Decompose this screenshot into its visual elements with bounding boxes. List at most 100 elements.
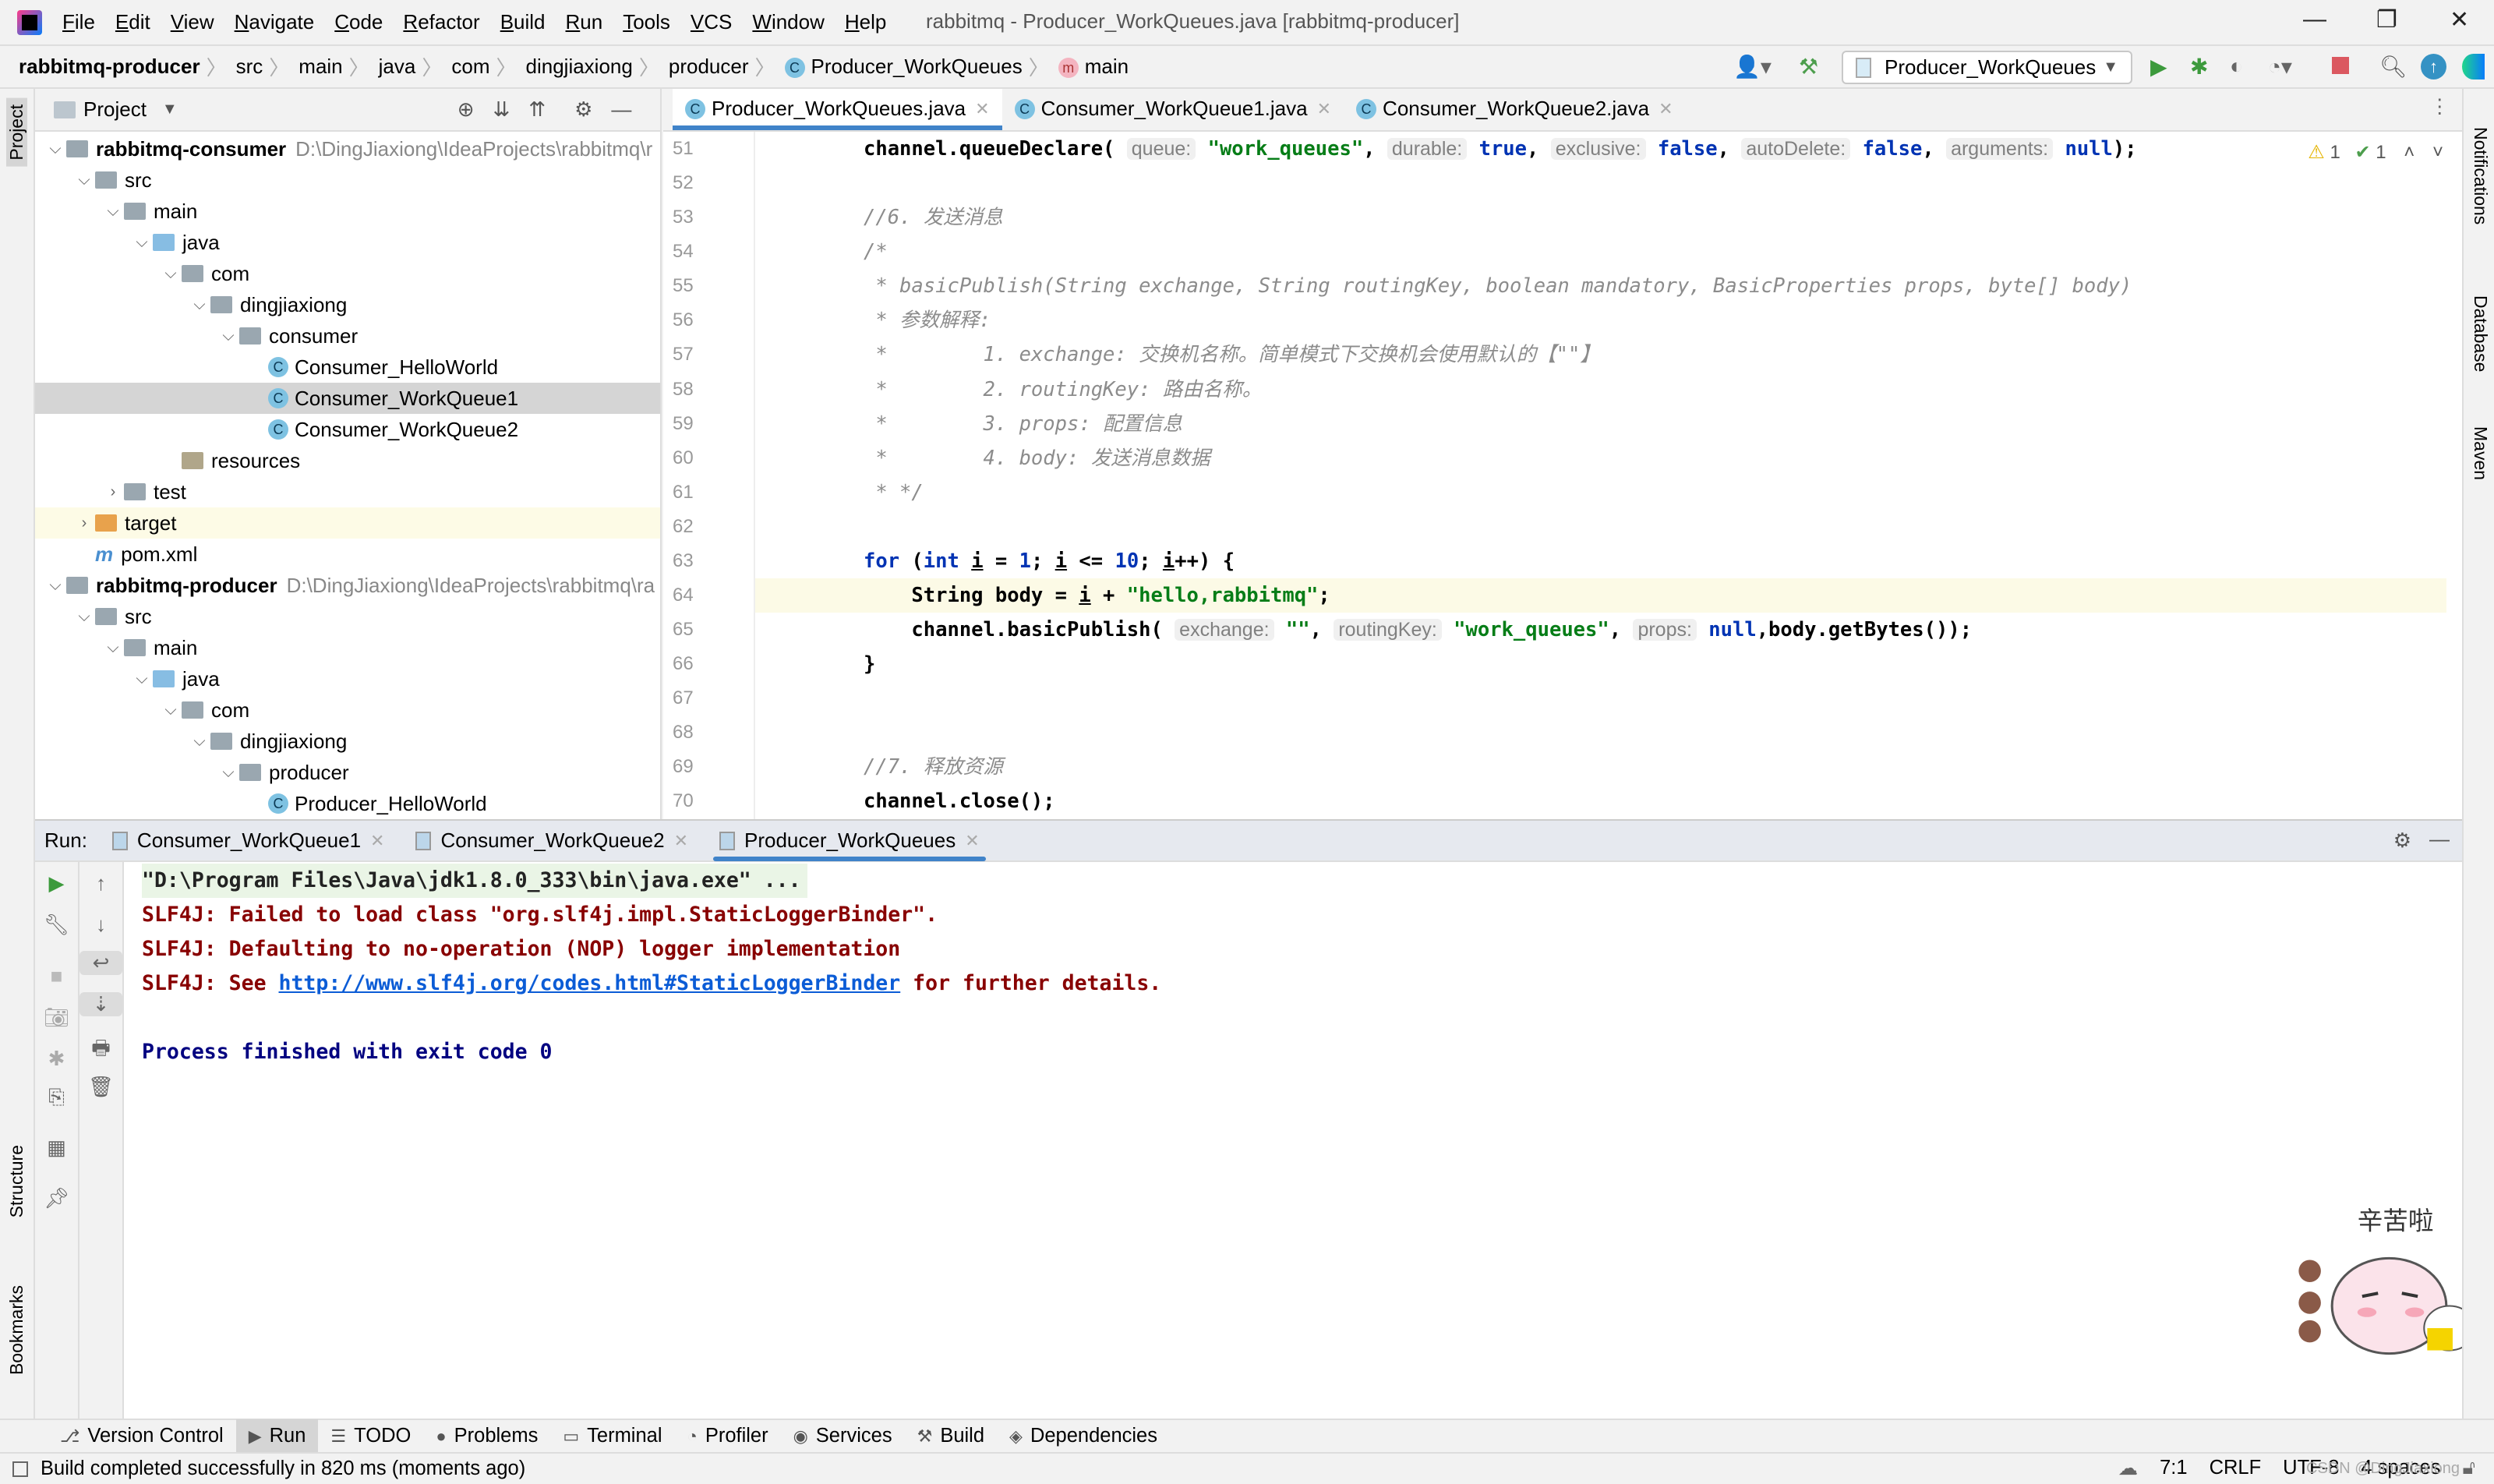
tree-item[interactable]: ⌵ main xyxy=(35,632,660,663)
update-icon[interactable]: ↑ xyxy=(2421,54,2446,80)
menu-item-edit[interactable]: Edit xyxy=(115,10,150,34)
tool-tab-problems[interactable]: ● Problems xyxy=(423,1419,550,1453)
breadcrumb-item[interactable]: main xyxy=(299,55,342,79)
coverage-icon[interactable]: ◐ xyxy=(2230,54,2243,79)
chevron-down-icon[interactable]: ⌵ xyxy=(102,203,124,221)
print-icon[interactable]: 🖶︎ xyxy=(79,1034,122,1068)
chevron-down-icon[interactable]: ⌵ xyxy=(217,764,239,782)
panel-toggle-icon[interactable] xyxy=(12,1461,28,1477)
soft-wrap-icon[interactable]: ↩ xyxy=(79,951,122,975)
tree-item[interactable]: ⌵ src xyxy=(35,601,660,632)
line-ending[interactable]: CRLF xyxy=(2210,1457,2262,1480)
breadcrumb-item[interactable]: rabbitmq-producer xyxy=(19,55,200,79)
close-tab-icon[interactable]: ✕ xyxy=(1317,99,1331,119)
tree-item[interactable]: m pom.xml xyxy=(35,539,660,570)
tree-item[interactable]: ⌵ rabbitmq-producer D:\DingJiaxiong\IdeaPr… xyxy=(35,570,660,601)
chevron-right-icon[interactable]: › xyxy=(102,483,124,501)
tool-tab-todo[interactable]: ☰ TODO xyxy=(318,1419,423,1453)
chevron-down-icon[interactable]: ⌵ xyxy=(189,733,210,751)
code-with-me-icon[interactable] xyxy=(2462,54,2485,80)
notifications-tool-button[interactable]: Notifications xyxy=(2470,127,2491,224)
more-tabs-icon[interactable]: ⋮ xyxy=(2430,95,2450,118)
menu-item-help[interactable]: Help xyxy=(845,10,886,34)
settings-wrench-icon[interactable]: 🔧︎ xyxy=(35,913,78,937)
chevron-down-icon[interactable]: ⌵ xyxy=(160,701,182,719)
stop-icon[interactable]: ■ xyxy=(35,964,78,988)
tree-item[interactable]: C Producer_HelloWorld xyxy=(35,788,660,819)
caret-position[interactable]: 7:1 xyxy=(2160,1457,2187,1480)
chevron-down-icon[interactable]: ⌵ xyxy=(189,296,210,314)
tool-tab-run[interactable]: ▶ Run xyxy=(235,1419,319,1453)
up-arrow-icon[interactable]: ↑ xyxy=(79,871,122,896)
chevron-down-icon[interactable]: ⌵ xyxy=(131,234,153,252)
scroll-to-end-icon[interactable]: ⇣ xyxy=(79,992,122,1016)
tree-item[interactable]: ⌵ main xyxy=(35,196,660,227)
down-arrow-icon[interactable]: ↓ xyxy=(79,913,122,937)
close-tab-icon[interactable]: ✕ xyxy=(975,99,989,119)
close-tab-icon[interactable]: ✕ xyxy=(370,831,384,851)
chevron-right-icon[interactable]: › xyxy=(73,514,95,532)
exit-icon[interactable]: ⎘ xyxy=(35,1085,78,1110)
select-opened-file-icon[interactable]: ⊕ xyxy=(457,97,475,122)
chevron-down-icon[interactable]: ⌵ xyxy=(73,171,95,189)
tree-item[interactable]: › target xyxy=(35,507,660,539)
run-tab[interactable]: Consumer_WorkQueue2 ✕ xyxy=(400,821,704,861)
tool-tab-profiler[interactable]: ◔ Profiler xyxy=(675,1419,781,1453)
menu-item-tools[interactable]: Tools xyxy=(623,10,670,34)
chevron-down-icon[interactable]: ⌵ xyxy=(102,639,124,657)
tree-item[interactable]: ⌵ com xyxy=(35,694,660,726)
run-tab[interactable]: Consumer_WorkQueue1 ✕ xyxy=(97,821,401,861)
tree-item[interactable]: ⌵ dingjiaxiong xyxy=(35,289,660,320)
menu-item-code[interactable]: Code xyxy=(334,10,383,34)
run-configuration-select[interactable]: Producer_WorkQueues ▼ xyxy=(1842,51,2132,84)
breadcrumb-item[interactable]: src xyxy=(236,55,263,79)
project-view-select[interactable]: Project xyxy=(83,97,147,122)
tree-item[interactable]: ⌵ producer xyxy=(35,757,660,788)
breadcrumb-item[interactable]: com xyxy=(451,55,489,79)
hide-panel-icon[interactable]: — xyxy=(611,97,631,122)
menu-item-build[interactable]: Build xyxy=(500,10,546,34)
close-window-button[interactable]: ✕ xyxy=(2450,6,2469,34)
tree-item[interactable]: resources xyxy=(35,445,660,476)
breadcrumb-item[interactable]: producer xyxy=(669,55,749,79)
chevron-down-icon[interactable]: ⌵ xyxy=(131,670,153,688)
stop-icon[interactable] xyxy=(2332,57,2349,74)
tool-tab-terminal[interactable]: ▭ Terminal xyxy=(550,1419,674,1453)
close-tab-icon[interactable]: ✕ xyxy=(1659,99,1673,119)
profile-icon[interactable]: ◔▾ xyxy=(2268,54,2292,80)
lock-icon[interactable]: 🔓︎ xyxy=(2462,1457,2475,1480)
structure-tool-button[interactable]: Structure xyxy=(6,1145,27,1217)
expand-all-icon[interactable]: ⇊ xyxy=(493,97,510,122)
menu-item-file[interactable]: File xyxy=(62,10,95,34)
editor-tab[interactable]: C Producer_WorkQueues.java ✕ xyxy=(673,89,1002,130)
maven-tool-button[interactable]: Maven xyxy=(2470,426,2491,480)
tree-item[interactable]: C Consumer_WorkQueue2 xyxy=(35,414,660,445)
tree-item[interactable]: ⌵ rabbitmq-consumer D:\DingJiaxiong\IdeaPr… xyxy=(35,133,660,164)
gear-icon[interactable]: ⚙ xyxy=(574,97,592,122)
status-message[interactable]: Build completed successfully in 820 ms (… xyxy=(41,1458,525,1480)
console-output[interactable]: "D:\Program Files\Java\jdk1.8.0_333\bin\… xyxy=(142,864,2402,1069)
code-area[interactable]: channel.queueDeclare( queue: "work_queue… xyxy=(755,132,2446,819)
tool-tab-services[interactable]: ◉ Services xyxy=(781,1419,905,1453)
previous-highlight-icon[interactable]: ˄ xyxy=(2404,142,2415,163)
chevron-down-icon[interactable]: ⌵ xyxy=(73,608,95,626)
debug-gear-icon[interactable]: ✱ xyxy=(35,1047,78,1071)
chevron-down-icon[interactable]: ⌵ xyxy=(160,265,182,283)
run-tab[interactable]: Producer_WorkQueues ✕ xyxy=(704,821,995,861)
menu-item-view[interactable]: View xyxy=(171,10,214,34)
tree-item[interactable]: ⌵ consumer xyxy=(35,320,660,352)
chevron-down-icon[interactable]: ▼ xyxy=(162,101,178,118)
tool-tab-build[interactable]: ⚒ Build xyxy=(905,1419,997,1453)
tree-item[interactable]: ⌵ com xyxy=(35,258,660,289)
editor-tab[interactable]: C Consumer_WorkQueue1.java ✕ xyxy=(1002,89,1344,130)
minimize-button[interactable]: — xyxy=(2303,6,2326,33)
breadcrumb-item[interactable]: java xyxy=(379,55,416,79)
tree-item[interactable]: C Consumer_WorkQueue1 xyxy=(35,383,660,414)
breadcrumb-item[interactable]: m main xyxy=(1058,55,1129,79)
vcs-user-icon[interactable]: 👤▾ xyxy=(1733,54,1772,80)
layout-icon[interactable]: ▦ xyxy=(35,1136,78,1160)
hide-panel-icon[interactable]: — xyxy=(2429,827,2450,851)
tree-item[interactable]: ⌵ dingjiaxiong xyxy=(35,726,660,757)
pin-icon[interactable]: 📌︎ xyxy=(35,1186,78,1210)
menu-item-refactor[interactable]: Refactor xyxy=(403,10,479,34)
